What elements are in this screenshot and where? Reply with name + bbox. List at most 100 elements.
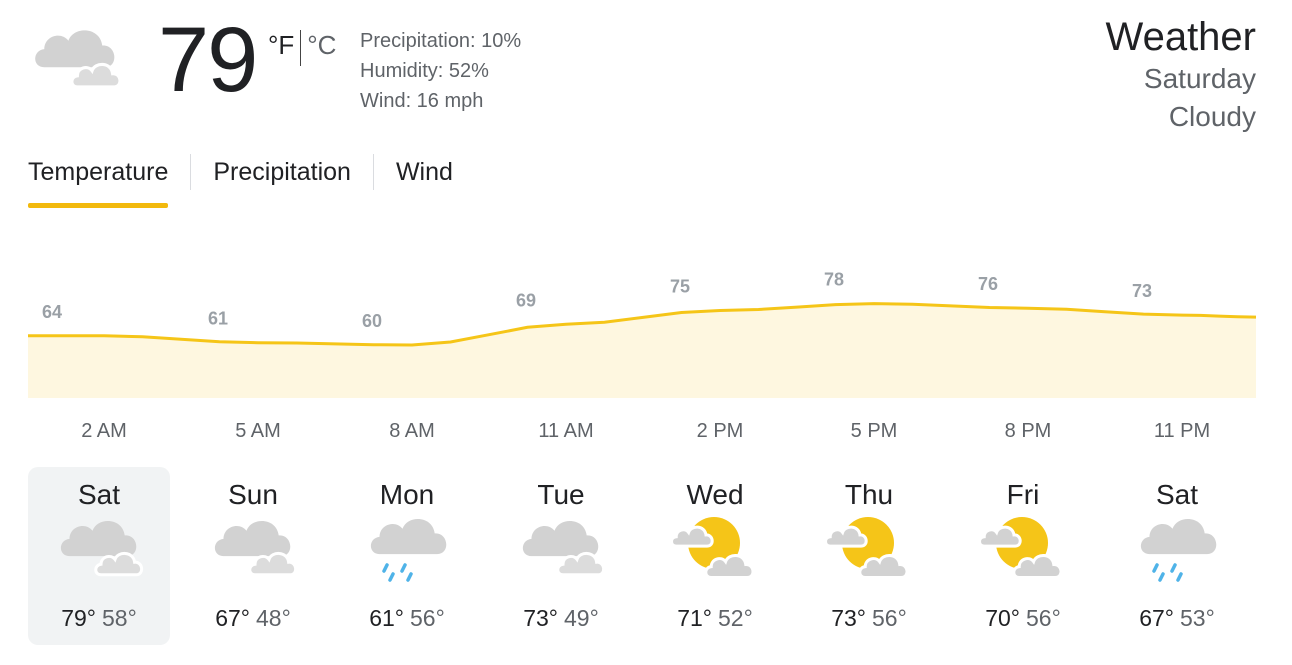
cloudy-icon xyxy=(35,30,122,89)
chart-tabs: Temperature Precipitation Wind xyxy=(28,154,453,210)
unit-divider xyxy=(300,30,302,66)
hour-tick-label: 8 AM xyxy=(389,420,435,442)
raindrop xyxy=(1170,563,1177,573)
raindrop xyxy=(1176,572,1183,582)
hour-tick-label: 2 AM xyxy=(81,420,127,442)
cloudy-icon xyxy=(214,520,298,577)
day-name: Mon xyxy=(379,479,435,510)
high-temp: 71° xyxy=(677,605,712,631)
day-temps: 73° 49° xyxy=(490,605,632,632)
high-temp: 73° xyxy=(831,605,866,631)
unit-toggle: °F °C xyxy=(268,30,336,66)
raindrop xyxy=(382,563,389,573)
cloud-shape xyxy=(557,553,604,575)
rain-icon xyxy=(1140,518,1217,582)
low-temp: 56° xyxy=(872,605,907,631)
low-temp: 58° xyxy=(102,605,137,631)
cloud-shape xyxy=(35,30,115,68)
tab-divider xyxy=(190,154,192,190)
celsius-button[interactable]: °C xyxy=(307,30,336,61)
fahrenheit-button[interactable]: °F xyxy=(268,30,294,61)
cloud-shape xyxy=(1140,518,1217,555)
high-temp: 67° xyxy=(215,605,250,631)
high-temp: 70° xyxy=(985,605,1020,631)
day-temps: 70° 56° xyxy=(952,605,1094,632)
cloud-shape xyxy=(370,518,447,555)
data-label: 64 xyxy=(42,302,62,322)
high-temp: 67° xyxy=(1139,605,1174,631)
data-label: 61 xyxy=(208,309,228,329)
data-label: 60 xyxy=(362,311,382,331)
current-temperature: 79 xyxy=(158,9,258,111)
weather-day: Saturday xyxy=(1143,63,1256,94)
day-temps: 61° 56° xyxy=(336,605,478,632)
cloud-shape xyxy=(522,520,599,557)
tab-temperature[interactable]: Temperature xyxy=(28,154,169,208)
day-temps: 73° 56° xyxy=(798,605,940,632)
day-card-fri[interactable]: Fri 70° 56° xyxy=(952,467,1094,645)
weather-header: Weather Saturday Cloudy xyxy=(1106,14,1256,136)
low-temp: 52° xyxy=(718,605,753,631)
raindrop xyxy=(388,572,395,582)
high-temp: 73° xyxy=(523,605,558,631)
day-temps: 71° 52° xyxy=(644,605,786,632)
cloud-shape xyxy=(214,520,291,557)
rain-icon xyxy=(370,518,447,582)
cloudy-icon xyxy=(60,520,144,577)
weather-condition: Cloudy xyxy=(1168,101,1256,132)
hour-tick-label: 5 AM xyxy=(235,420,281,442)
partly-cloudy-icon xyxy=(670,517,755,579)
cloudy-icon xyxy=(522,520,606,577)
day-card-sat[interactable]: Sat 79° 58° xyxy=(28,467,170,645)
partly-cloudy-icon xyxy=(978,517,1063,579)
hour-tick-label: 5 PM xyxy=(850,420,898,442)
hour-tick-label: 11 PM xyxy=(1153,420,1211,442)
day-name: Fri xyxy=(1006,479,1040,510)
day-name: Sat xyxy=(77,479,121,510)
day-card-sat[interactable]: Sat 67° 53° xyxy=(1106,467,1248,645)
tab-wind[interactable]: Wind xyxy=(396,154,453,208)
high-temp: 61° xyxy=(369,605,404,631)
raindrop xyxy=(400,563,407,573)
temperature-chart: 64 61 60 69 75 78 76 73 xyxy=(28,270,1257,398)
cloud-shape xyxy=(249,553,296,575)
low-temp: 49° xyxy=(564,605,599,631)
day-temps: 67° 48° xyxy=(182,605,324,632)
day-card-mon[interactable]: Mon 61° 56° xyxy=(336,467,478,645)
day-card-sun[interactable]: Sun 67° 48° xyxy=(182,467,324,645)
day-card-wed[interactable]: Wed 71° 52° xyxy=(644,467,786,645)
hour-tick-label: 11 AM xyxy=(538,420,594,442)
day-name: Tue xyxy=(537,479,585,510)
data-label: 75 xyxy=(670,277,690,297)
day-temps: 67° 53° xyxy=(1106,605,1248,632)
daily-forecast: Sat 79° 58° Sun 67° 48° Mon 61° 56° Tue 73° 49° Wed 7… xyxy=(28,467,1264,645)
low-temp: 48° xyxy=(256,605,291,631)
day-name: Sat xyxy=(1155,479,1199,510)
humidity-stat: Humidity: 52% xyxy=(360,60,489,82)
day-name: Sun xyxy=(228,479,278,510)
precipitation-stat: Precipitation: 10% xyxy=(360,30,522,52)
tab-precipitation[interactable]: Precipitation xyxy=(213,154,351,208)
day-temps: 79° 58° xyxy=(28,605,170,632)
current-stats: Precipitation: 10% Humidity: 52% Wind: 1… xyxy=(360,26,521,116)
data-label: 76 xyxy=(978,274,998,294)
wind-stat: Wind: 16 mph xyxy=(360,90,484,112)
raindrop xyxy=(406,572,413,582)
day-card-thu[interactable]: Thu 73° 56° xyxy=(798,467,940,645)
raindrop xyxy=(1158,572,1165,582)
day-name: Thu xyxy=(844,479,894,510)
weather-title: Weather xyxy=(1105,15,1256,59)
low-temp: 56° xyxy=(410,605,445,631)
hour-axis: 2 AM 5 AM 8 AM 11 AM 2 PM 5 PM 8 PM 11 PM xyxy=(0,420,1292,450)
day-name: Wed xyxy=(686,479,744,510)
hour-tick-label: 2 PM xyxy=(696,420,744,442)
low-temp: 53° xyxy=(1180,605,1215,631)
high-temp: 79° xyxy=(61,605,96,631)
tab-divider xyxy=(372,154,374,190)
data-label: 78 xyxy=(824,270,844,290)
raindrop xyxy=(1152,563,1159,573)
data-label: 69 xyxy=(516,290,536,310)
hour-tick-label: 8 PM xyxy=(1004,420,1052,442)
low-temp: 56° xyxy=(1026,605,1061,631)
day-card-tue[interactable]: Tue 73° 49° xyxy=(490,467,632,645)
